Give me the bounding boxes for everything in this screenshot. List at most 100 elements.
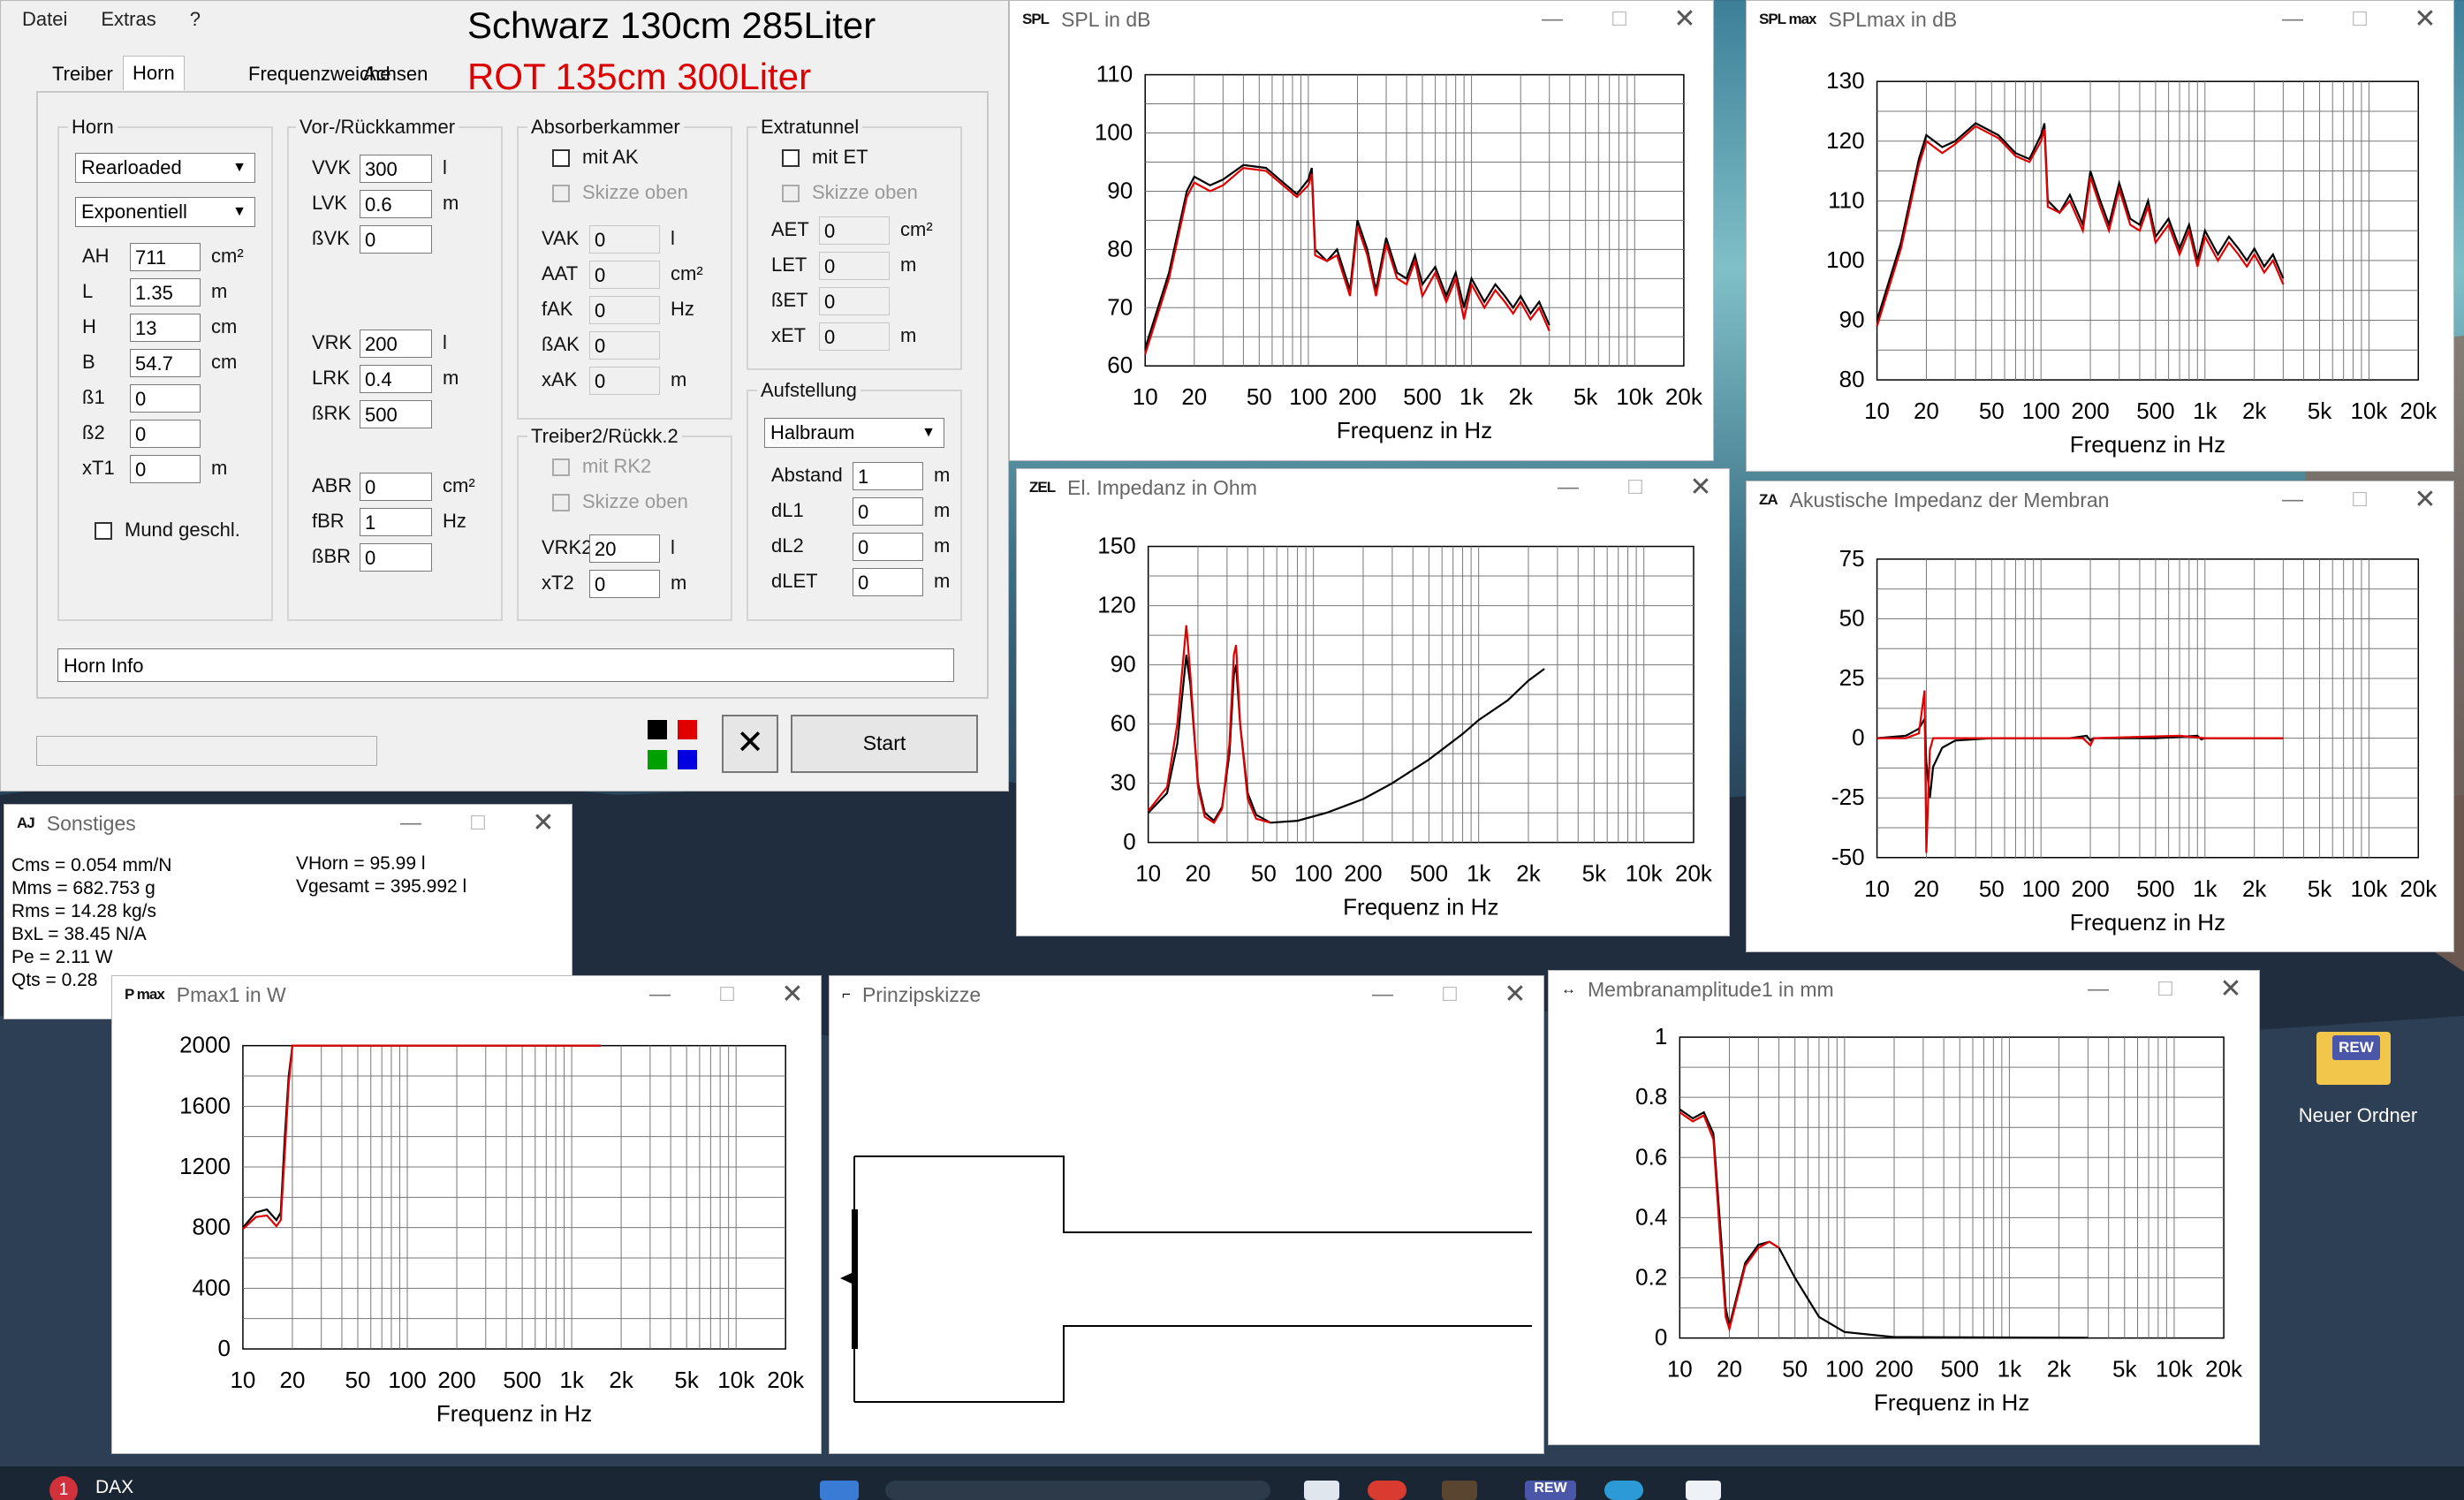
minimize-icon[interactable]: — xyxy=(1549,473,1588,503)
br-input-1[interactable]: 1 xyxy=(360,508,432,536)
rk-input-1[interactable]: 0.4 xyxy=(360,365,432,393)
t2-input-1[interactable]: 0 xyxy=(589,570,660,598)
ak-input-3[interactable]: 0 xyxy=(589,331,660,360)
et-input-1[interactable]: 0 xyxy=(819,252,890,280)
vk-input-2[interactable]: 0 xyxy=(360,225,432,254)
menu-help[interactable]: ? xyxy=(190,8,201,31)
close-icon[interactable]: ✕ xyxy=(773,980,812,1010)
color-black-swatch[interactable] xyxy=(648,720,667,739)
horn-info-field[interactable]: Horn Info xyxy=(57,648,954,682)
rk-input-0[interactable]: 200 xyxy=(360,330,432,358)
spl-titlebar[interactable]: SPL SPL in dB — ☐ ✕ xyxy=(1010,1,1713,38)
clear-button[interactable]: ✕ xyxy=(722,715,778,773)
horn-input-5[interactable]: 0 xyxy=(130,420,201,448)
rew-taskbar-icon[interactable]: REW xyxy=(1525,1481,1576,1500)
horn-input-1[interactable]: 1.35 xyxy=(130,278,201,307)
horn-type-select[interactable]: Rearloaded ▼ xyxy=(75,153,255,183)
ak-input-4[interactable]: 0 xyxy=(589,367,660,395)
skizze-et-checkbox[interactable] xyxy=(782,185,800,202)
horn-input-4[interactable]: 0 xyxy=(130,384,201,413)
close-icon[interactable]: ✕ xyxy=(1496,980,1535,1010)
maximize-icon[interactable]: ☐ xyxy=(708,980,747,1010)
maximize-icon[interactable]: ☐ xyxy=(1600,4,1639,34)
close-icon[interactable]: ✕ xyxy=(2406,4,2445,34)
tab-achsen[interactable]: Achsen xyxy=(361,63,429,86)
horn-input-6[interactable]: 0 xyxy=(130,455,201,483)
za-titlebar[interactable]: ZA Akustische Impedanz der Membran — ☐ ✕ xyxy=(1747,481,2453,519)
setup-mode-select[interactable]: Halbraum ▼ xyxy=(764,418,944,448)
skizze-ak-checkbox[interactable] xyxy=(552,185,570,202)
mit-rk2-checkbox[interactable] xyxy=(552,458,570,476)
color-blue-swatch[interactable] xyxy=(678,750,697,769)
minimize-icon[interactable]: — xyxy=(1533,4,1572,34)
close-icon[interactable]: ✕ xyxy=(1665,4,1704,34)
vk-input-1[interactable]: 0.6 xyxy=(360,190,432,218)
zel-titlebar[interactable]: ZEL El. Impedanz in Ohm — ☐ ✕ xyxy=(1017,469,1729,506)
minimize-icon[interactable]: — xyxy=(2079,974,2118,1004)
et-input-3[interactable]: 0 xyxy=(819,322,890,351)
maximize-icon[interactable]: ☐ xyxy=(2146,974,2185,1004)
au-input-2[interactable]: 0 xyxy=(853,533,923,561)
taskbar-label[interactable]: DAX xyxy=(95,1477,133,1498)
mit-et-checkbox[interactable] xyxy=(782,149,800,167)
et-input-2[interactable]: 0 xyxy=(819,287,890,315)
search-bar[interactable] xyxy=(885,1481,1270,1500)
minimize-icon[interactable]: — xyxy=(2273,485,2312,515)
tab-horn[interactable]: Horn xyxy=(123,56,185,90)
close-icon[interactable]: ✕ xyxy=(524,808,563,838)
vk-input-0[interactable]: 300 xyxy=(360,155,432,183)
menu-datei[interactable]: Datei xyxy=(22,8,67,31)
doc-icon[interactable] xyxy=(1686,1481,1721,1500)
mouth-closed-checkbox[interactable] xyxy=(95,522,112,540)
close-icon[interactable]: ✕ xyxy=(2406,485,2445,515)
minimize-icon[interactable]: — xyxy=(641,980,679,1010)
amp-chart: 1 0.8 0.6 0.4 0.2 010 20 50 100 200 500 1k 2k 5k 10k 20… xyxy=(1635,1023,2243,1416)
start-icon[interactable] xyxy=(820,1481,859,1500)
maximize-icon[interactable]: ☐ xyxy=(1616,473,1655,503)
maximize-icon[interactable]: ☐ xyxy=(1430,980,1469,1010)
splmax-title: SPLmax in dB xyxy=(1828,7,1958,31)
horn-profile-select[interactable]: Exponentiell ▼ xyxy=(75,197,255,227)
prinzip-titlebar[interactable]: ⌐ Prinzipskizze — ☐ ✕ xyxy=(830,976,1543,1013)
minimize-icon[interactable]: — xyxy=(2273,4,2312,34)
skizze-rk2-checkbox[interactable] xyxy=(552,494,570,511)
close-icon[interactable]: ✕ xyxy=(1681,473,1720,503)
au-input-0[interactable]: 1 xyxy=(853,462,923,490)
pmax-titlebar[interactable]: P max Pmax1 in W — ☐ ✕ xyxy=(112,976,821,1013)
amp-titlebar[interactable]: ↔ Membranamplitude1 in mm — ☐ ✕ xyxy=(1549,971,2259,1008)
au-input-1[interactable]: 0 xyxy=(853,497,923,526)
au-input-3[interactable]: 0 xyxy=(853,568,923,596)
maximize-icon[interactable]: ☐ xyxy=(2340,4,2379,34)
br-input-0[interactable]: 0 xyxy=(360,473,432,501)
et-input-0[interactable]: 0 xyxy=(819,216,890,245)
menu-extras[interactable]: Extras xyxy=(101,8,155,31)
splmax-xtick: 100 xyxy=(2021,398,2059,424)
start-button[interactable]: Start xyxy=(791,715,978,773)
minimize-icon[interactable]: — xyxy=(391,808,430,838)
maximize-icon[interactable]: ☐ xyxy=(459,808,497,838)
sonstiges-titlebar[interactable]: AJ Sonstiges — ☐ ✕ xyxy=(4,805,572,842)
close-icon[interactable]: ✕ xyxy=(2211,974,2250,1004)
browser-icon[interactable] xyxy=(1368,1481,1406,1500)
horn-input-3[interactable]: 54.7 xyxy=(130,349,201,377)
rk-input-2[interactable]: 500 xyxy=(360,400,432,428)
t2-input-0[interactable]: 20 xyxy=(589,534,660,563)
tab-treiber[interactable]: Treiber xyxy=(50,63,115,86)
mit-ak-checkbox[interactable] xyxy=(552,149,570,167)
horn-input-0[interactable]: 711 xyxy=(130,243,201,271)
file-icon[interactable] xyxy=(1304,1481,1339,1500)
ak-unit-4: m xyxy=(671,368,687,390)
folder-label[interactable]: Neuer Ordner xyxy=(2292,1104,2424,1127)
app-icon[interactable] xyxy=(1442,1481,1477,1500)
color-green-swatch[interactable] xyxy=(648,750,667,769)
maximize-icon[interactable]: ☐ xyxy=(2340,485,2379,515)
splmax-titlebar[interactable]: SPL max SPLmax in dB — ☐ ✕ xyxy=(1747,1,2453,38)
minimize-icon[interactable]: — xyxy=(1363,980,1402,1010)
color-red-swatch[interactable] xyxy=(678,720,697,739)
horn-input-2[interactable]: 13 xyxy=(130,314,201,342)
ak-input-1[interactable]: 0 xyxy=(589,261,660,289)
br-input-2[interactable]: 0 xyxy=(360,543,432,572)
ak-input-0[interactable]: 0 xyxy=(589,225,660,254)
ak-input-2[interactable]: 0 xyxy=(589,296,660,324)
edge-icon[interactable] xyxy=(1604,1481,1643,1500)
